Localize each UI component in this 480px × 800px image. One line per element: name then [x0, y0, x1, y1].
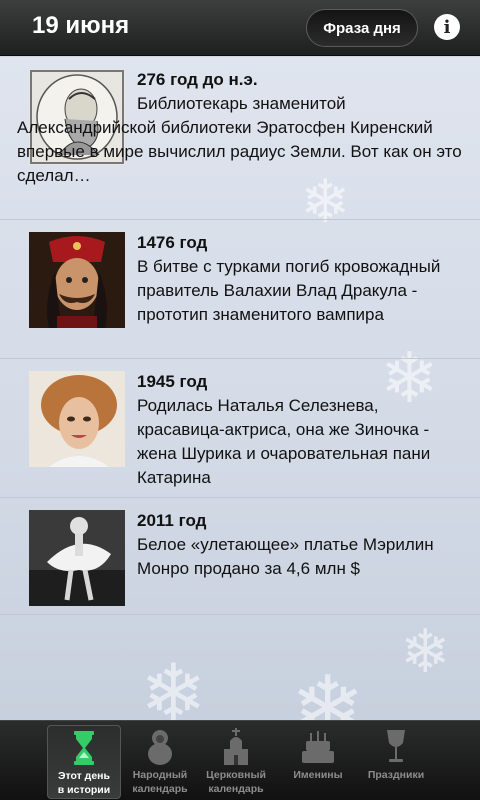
tab-this-day-in-history[interactable]: Этот день в истории [47, 725, 121, 799]
info-icon[interactable]: i [434, 14, 460, 40]
event-year: 2011 год [137, 511, 207, 530]
event-description: В битве с турками погиб кровожадный прав… [137, 257, 441, 324]
tab-label: Церковный календарь [206, 769, 266, 795]
tab-holidays[interactable]: Праздники [359, 725, 433, 799]
event-year: 1476 год [137, 233, 208, 252]
page-date: 19 июня [32, 12, 130, 39]
tab-label: Праздники [367, 769, 425, 781]
list-item[interactable]: 2011 год Белое «улетающее» платье Мэрили… [0, 498, 480, 615]
event-text: 2011 год Белое «улетающее» платье Мэрили… [137, 509, 468, 581]
event-text: 1476 год В битве с турками погиб кровожа… [137, 231, 468, 327]
cake-icon [302, 731, 334, 763]
tab-label: Именины [293, 769, 343, 781]
phrase-of-day-button[interactable]: Фраза дня [306, 9, 418, 47]
matryoshka-icon [148, 730, 172, 765]
tab-name-days[interactable]: Именины [281, 725, 355, 799]
list-item[interactable]: 1945 год Родилась Наталья Селезнева, кра… [0, 359, 480, 498]
event-description: Белое «улетающее» платье Мэрилин Монро п… [137, 535, 434, 578]
top-bar: 19 июня Фраза дня i [0, 0, 480, 56]
events-list[interactable]: ❄ ❄ ❄ ❄ ❄ 276 год до н.э. Библиотекарь з… [0, 57, 480, 720]
tab-label: Этот день в истории [57, 770, 111, 796]
event-description: Библиотекарь знаменитой Александрийской … [17, 94, 462, 185]
tab-label: Народный календарь [132, 769, 188, 795]
church-icon [224, 728, 248, 765]
goblet-icon [387, 730, 405, 762]
snowflake-decor: ❄ [290, 657, 366, 720]
hourglass-icon [74, 731, 94, 765]
event-year: 1945 год [137, 372, 208, 391]
event-year: 276 год до н.э. [137, 70, 258, 89]
list-item[interactable]: 276 год до н.э. Библиотекарь знаменитой … [0, 57, 480, 220]
snowflake-decor: ❄ [400, 617, 451, 687]
event-text: 276 год до н.э. [137, 68, 466, 92]
event-image [29, 371, 125, 467]
snowflake-decor: ❄ [140, 647, 208, 720]
event-image [29, 510, 125, 606]
bottom-tab-bar: Этот день в истории Народный календарь Ц… [0, 720, 480, 800]
list-item[interactable]: 1476 год В битве с турками погиб кровожа… [0, 220, 480, 359]
event-text: 1945 год Родилась Наталья Селезнева, кра… [137, 370, 468, 490]
event-description: Родилась Наталья Селезнева, красавица-ак… [137, 396, 431, 487]
tab-church-calendar[interactable]: Церковный календарь [199, 725, 273, 799]
event-image [29, 232, 125, 328]
tab-folk-calendar[interactable]: Народный календарь [123, 725, 197, 799]
